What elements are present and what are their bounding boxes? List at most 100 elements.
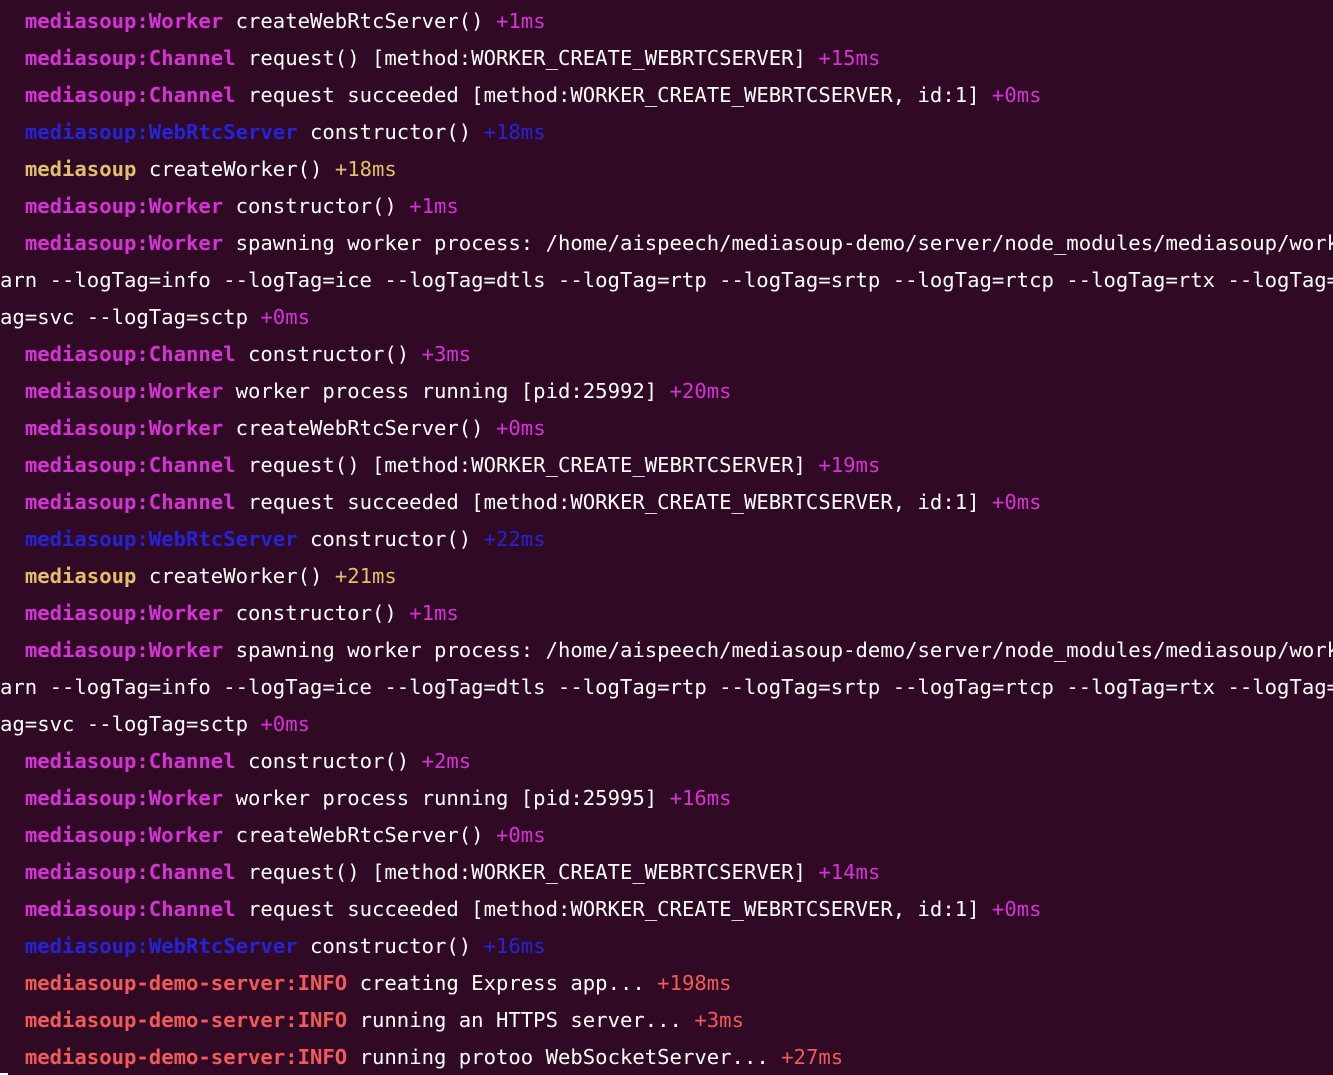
log-indent (0, 971, 25, 995)
log-indent (0, 860, 25, 884)
log-namespace: mediasoup:Worker (24, 823, 224, 847)
log-namespace: mediasoup:Channel (24, 46, 236, 70)
log-indent (0, 786, 25, 810)
log-namespace: mediasoup-demo-server:INFO (24, 1008, 348, 1032)
log-time-delta: +22ms (483, 527, 546, 551)
log-namespace: mediasoup:Channel (24, 749, 236, 773)
log-message: createWorker() (148, 564, 323, 588)
log-namespace: mediasoup:WebRtcServer (24, 934, 298, 958)
log-time-delta: +0ms (260, 712, 310, 736)
log-namespace: mediasoup:Worker (24, 601, 224, 625)
log-message: createWorker() (148, 157, 323, 181)
log-message: request succeeded [method:WORKER_CREATE_… (248, 897, 980, 921)
log-message: arn --logTag=info --logTag=ice --logTag=… (0, 268, 1333, 292)
log-indent (0, 823, 25, 847)
log-line: mediasoup-demo-server:INFO creating Expr… (0, 965, 1333, 1002)
log-time-delta: +0ms (991, 83, 1042, 107)
log-message: constructor() (235, 601, 397, 625)
log-time-delta: +20ms (669, 379, 732, 403)
log-namespace: mediasoup (24, 157, 137, 181)
log-line: arn --logTag=info --logTag=ice --logTag=… (0, 669, 1333, 706)
log-indent (0, 749, 25, 773)
log-time-delta: +0ms (496, 823, 546, 847)
log-namespace: mediasoup (24, 564, 137, 588)
log-message: spawning worker process: /home/aispeech/… (235, 638, 1333, 662)
log-line: mediasoup:Worker spawning worker process… (0, 632, 1333, 669)
log-time-delta: +3ms (421, 342, 472, 366)
log-line: mediasoup:Worker createWebRtcServer() +0… (0, 817, 1333, 854)
log-line: mediasoup:Channel request() [method:WORK… (0, 854, 1333, 891)
log-line: mediasoup:Worker createWebRtcServer() +1… (0, 3, 1333, 40)
log-message: ag=svc --logTag=sctp (0, 712, 248, 736)
log-line: mediasoup:Worker createWebRtcServer() +0… (0, 410, 1333, 447)
log-line: mediasoup:Channel constructor() +2ms (0, 743, 1333, 780)
log-namespace: mediasoup:Channel (24, 83, 236, 107)
log-namespace: mediasoup:Channel (24, 453, 236, 477)
log-line: mediasoup:Channel request succeeded [met… (0, 891, 1333, 928)
log-time-delta: +1ms (409, 601, 459, 625)
log-indent (0, 9, 25, 33)
log-line: ag=svc --logTag=sctp +0ms (0, 706, 1333, 743)
log-line: mediasoup:Channel request succeeded [met… (0, 484, 1333, 521)
log-namespace: mediasoup:WebRtcServer (24, 527, 298, 551)
log-message: spawning worker process: /home/aispeech/… (235, 231, 1333, 255)
log-message: constructor() (310, 120, 472, 144)
log-indent (0, 46, 25, 70)
log-time-delta: +14ms (818, 860, 881, 884)
log-message: request succeeded [method:WORKER_CREATE_… (248, 83, 980, 107)
log-indent (0, 120, 25, 144)
log-message: constructor() (235, 194, 397, 218)
log-time-delta: +15ms (818, 46, 881, 70)
log-message: constructor() (310, 934, 472, 958)
log-namespace: mediasoup:Worker (24, 638, 224, 662)
log-time-delta: +3ms (694, 1008, 744, 1032)
log-namespace: mediasoup:Worker (24, 786, 224, 810)
log-indent (0, 564, 25, 588)
terminal-output[interactable]: mediasoup:Worker createWebRtcServer() +1… (0, 0, 1333, 1075)
log-line: mediasoup-demo-server:INFO running proto… (0, 1039, 1333, 1075)
log-message: ag=svc --logTag=sctp (0, 305, 248, 329)
log-line: mediasoup:Worker constructor() +1ms (0, 188, 1333, 225)
log-namespace: mediasoup:Channel (24, 490, 236, 514)
log-message: request succeeded [method:WORKER_CREATE_… (248, 490, 980, 514)
log-time-delta: +27ms (781, 1045, 844, 1069)
log-message: creating Express app... (359, 971, 645, 995)
log-time-delta: +16ms (669, 786, 732, 810)
log-message: constructor() (248, 342, 410, 366)
log-line: mediasoup createWorker() +18ms (0, 151, 1333, 188)
log-namespace: mediasoup:Channel (24, 897, 236, 921)
log-line: mediasoup:WebRtcServer constructor() +22… (0, 521, 1333, 558)
log-message: constructor() (310, 527, 472, 551)
log-time-delta: +16ms (483, 934, 546, 958)
log-time-delta: +21ms (334, 564, 397, 588)
log-indent (0, 342, 25, 366)
log-namespace: mediasoup:Worker (24, 231, 224, 255)
log-indent (0, 934, 25, 958)
log-line: mediasoup-demo-server:INFO running an HT… (0, 1002, 1333, 1039)
log-time-delta: +18ms (483, 120, 546, 144)
log-message: worker process running [pid:25992] (235, 379, 658, 403)
log-line: mediasoup:WebRtcServer constructor() +18… (0, 114, 1333, 151)
log-namespace: mediasoup-demo-server:INFO (24, 1045, 348, 1069)
log-indent (0, 379, 25, 403)
log-message: running protoo WebSocketServer... (359, 1045, 769, 1069)
log-message: request() [method:WORKER_CREATE_WEBRTCSE… (248, 453, 806, 477)
log-time-delta: +198ms (657, 971, 732, 995)
log-indent (0, 157, 25, 181)
log-time-delta: +18ms (334, 157, 397, 181)
log-line: mediasoup:Channel request() [method:WORK… (0, 40, 1333, 77)
log-indent (0, 601, 25, 625)
log-time-delta: +1ms (496, 9, 546, 33)
log-line: mediasoup:Channel request() [method:WORK… (0, 447, 1333, 484)
log-line: mediasoup:Worker worker process running … (0, 780, 1333, 817)
log-namespace: mediasoup:Channel (24, 860, 236, 884)
log-message: request() [method:WORKER_CREATE_WEBRTCSE… (248, 860, 806, 884)
log-message: constructor() (248, 749, 410, 773)
log-indent (0, 231, 25, 255)
log-indent (0, 527, 25, 551)
log-indent (0, 638, 25, 662)
log-message: createWebRtcServer() (235, 416, 484, 440)
log-line: mediasoup:Channel constructor() +3ms (0, 336, 1333, 373)
log-indent (0, 83, 25, 107)
log-line: mediasoup:Channel request succeeded [met… (0, 77, 1333, 114)
